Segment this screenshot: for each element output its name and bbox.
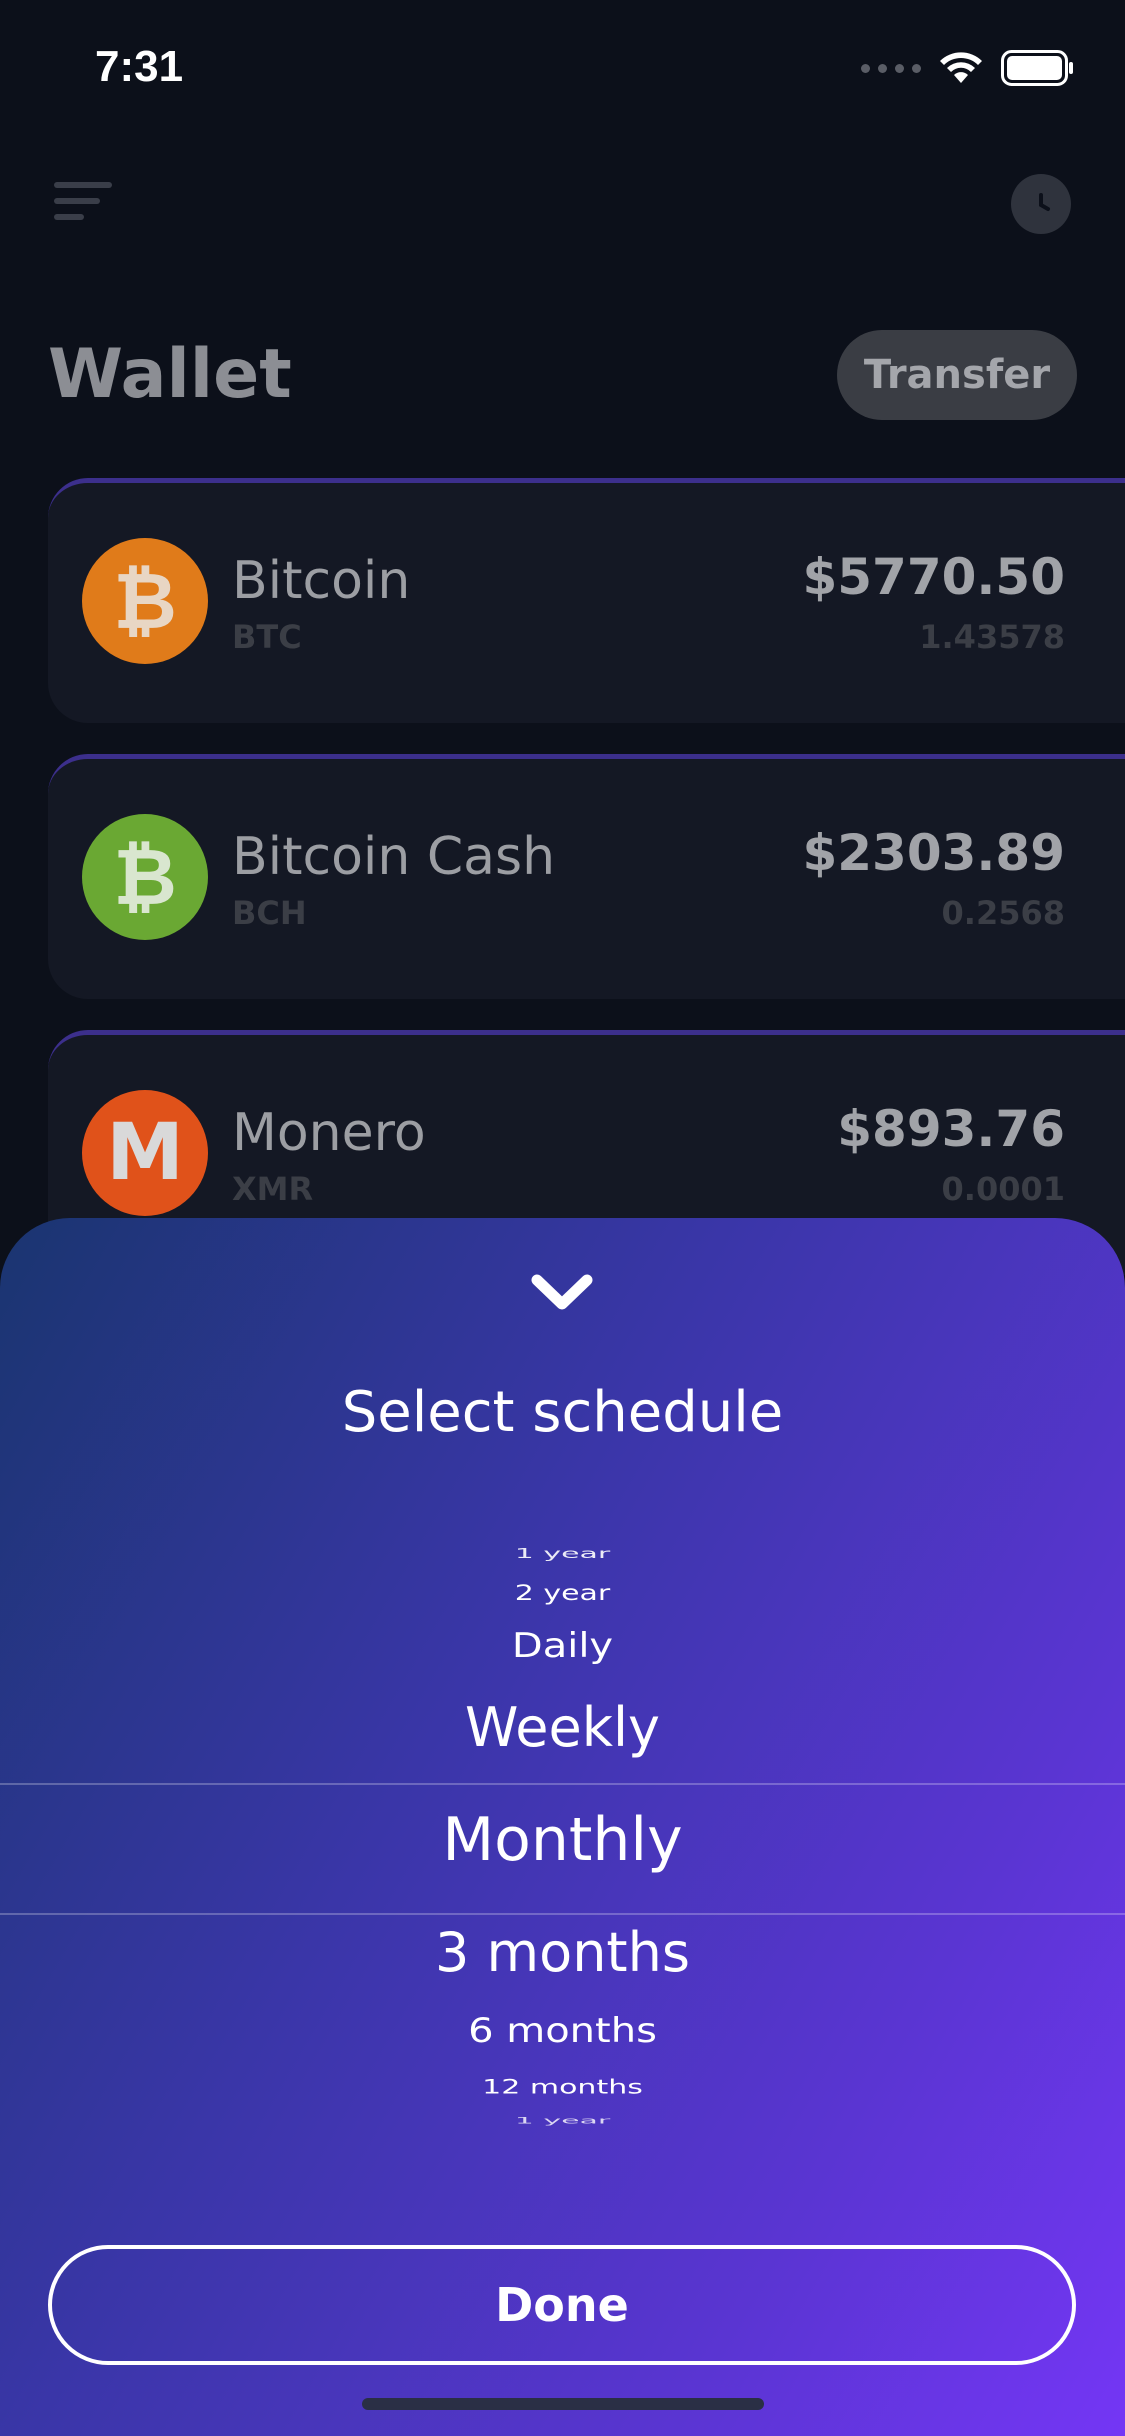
coin-name: Bitcoin Cash — [232, 827, 556, 887]
coin-value: $893.76 — [837, 1100, 1065, 1158]
picker-option[interactable]: 1 year — [0, 2115, 1125, 2126]
picker-option[interactable]: 6 months — [0, 2011, 1125, 2050]
coin-value: $5770.50 — [802, 548, 1065, 606]
coin-ticker: BTC — [232, 618, 302, 656]
sheet-title: Select schedule — [341, 1380, 784, 1445]
page-title: Wallet — [48, 335, 292, 414]
coin-ticker: BCH — [232, 894, 307, 932]
bitcoin-logo-icon: ₿ — [82, 538, 208, 664]
bitcoin-cash-logo-icon: ₿ — [82, 814, 208, 940]
picker-selection-divider-top — [0, 1783, 1125, 1785]
coin-ticker: XMR — [232, 1170, 314, 1208]
coin-value: $2303.89 — [802, 824, 1065, 882]
picker-option[interactable]: 12 months — [0, 2076, 1125, 2099]
schedule-bottom-sheet: Select schedule 1 year 2 year Daily Week… — [0, 1218, 1125, 2436]
coin-amount: 0.0001 — [941, 1170, 1065, 1208]
coin-name: Monero — [232, 1103, 426, 1163]
done-button[interactable]: Done — [48, 2245, 1076, 2365]
coin-card-bch[interactable]: ₿ Bitcoin Cash BCH $2303.89 0.2568 — [48, 754, 1125, 999]
status-time: 7:31 — [95, 42, 184, 91]
chevron-down-icon[interactable] — [527, 1268, 597, 1318]
home-indicator[interactable] — [362, 2398, 764, 2410]
picker-option-selected[interactable]: Monthly — [0, 1805, 1125, 1875]
transfer-button[interactable]: Transfer — [837, 330, 1077, 420]
coin-card-btc[interactable]: ₿ Bitcoin BTC $5770.50 1.43578 — [48, 478, 1125, 723]
monero-logo-icon: M — [82, 1090, 208, 1216]
coin-amount: 1.43578 — [919, 618, 1065, 656]
wifi-icon — [939, 51, 983, 85]
status-icons — [861, 50, 1075, 86]
coin-name: Bitcoin — [232, 551, 411, 611]
cellular-signal-icon — [861, 63, 921, 73]
picker-option[interactable]: 3 months — [0, 1921, 1125, 1984]
battery-icon — [1001, 50, 1075, 86]
picker-option[interactable]: 1 year — [0, 1546, 1125, 1562]
coin-amount: 0.2568 — [941, 894, 1065, 932]
picker-option[interactable]: Daily — [0, 1626, 1125, 1665]
picker-option[interactable]: 2 year — [0, 1581, 1125, 1606]
menu-icon[interactable] — [54, 182, 112, 226]
schedule-picker[interactable]: 1 year 2 year Daily Weekly Monthly 3 mon… — [0, 1538, 1125, 2138]
picker-option[interactable]: Weekly — [0, 1696, 1125, 1759]
picker-selection-divider-bottom — [0, 1913, 1125, 1915]
history-clock-icon[interactable] — [1011, 174, 1071, 234]
